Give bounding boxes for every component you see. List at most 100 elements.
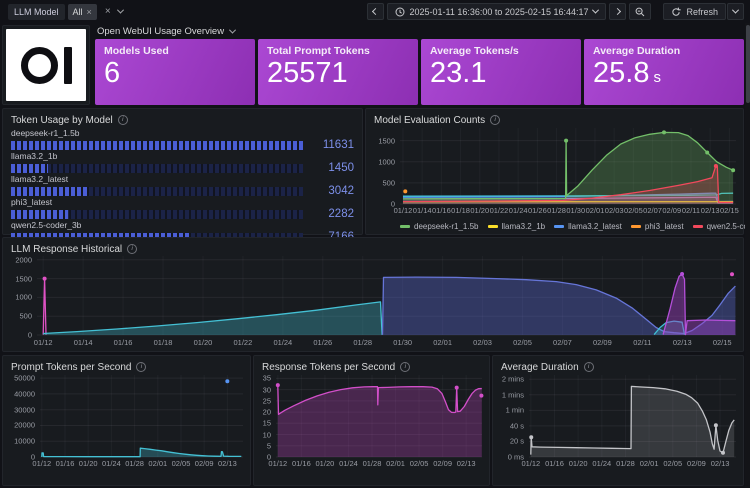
variable-clear-icon[interactable]: × [105, 6, 111, 17]
legend-item[interactable]: deepseek-r1_1.5b [400, 222, 479, 231]
legend: deepseek-r1_1.5b llama3.2_1b llama3.2_late… [400, 222, 739, 231]
x-tick-label: 01/24 [592, 459, 611, 468]
panel-llm-response-historical: LLM Response Historical i 05001000150020… [2, 237, 744, 352]
bar-gauge-row: phi3_latest2282 [11, 197, 354, 220]
x-tick-label: 01/28 [353, 338, 372, 347]
y-tick-label: 500 [382, 178, 395, 187]
info-icon: i [584, 362, 594, 372]
panel-title[interactable]: Average Duration [501, 362, 579, 373]
x-tick-label: 01/16 [292, 459, 311, 468]
x-tick-label: 02/05 [513, 338, 532, 347]
x-tick-label: 01/28 [363, 459, 382, 468]
legend-series-color [488, 225, 498, 228]
x-tick-label: 01/20 [470, 206, 489, 215]
x-tick-label: 02/05 [663, 459, 682, 468]
x-tick-label: 02/13 [218, 459, 237, 468]
time-series-chart [400, 128, 736, 204]
page-scrollbar[interactable] [745, 23, 750, 488]
x-tick-label: 01/24 [509, 206, 528, 215]
panel-title[interactable]: Response Tokens per Second [262, 362, 395, 373]
time-controls: 2025-01-11 16:36:00 to 2025-02-15 16:44:… [367, 3, 745, 20]
stat-title: Models Used [104, 45, 246, 57]
x-tick-label: 01/28 [547, 206, 566, 215]
info-icon: i [118, 115, 128, 125]
x-tick-label: 02/05 [410, 459, 429, 468]
stat-average-tokens-per-s[interactable]: Average Tokens/s 23.1 [421, 39, 581, 105]
plot-area[interactable] [400, 128, 736, 204]
chevron-down-icon[interactable] [117, 7, 124, 14]
logo-i-icon [64, 47, 72, 84]
bar-gauge-value: 11631 [310, 139, 354, 151]
bar-gauge-value: 1450 [310, 162, 354, 174]
plot-area[interactable] [276, 375, 482, 457]
refresh-interval-dropdown[interactable] [727, 3, 744, 20]
x-tick-label: 02/09 [593, 338, 612, 347]
y-tick-label: 20 [263, 408, 271, 417]
stat-value: 6 [104, 57, 120, 90]
x-tick-label: 02/05 [624, 206, 643, 215]
bar-gauge-label: deepseek-r1_1.5b [11, 128, 354, 138]
x-tick-label: 02/09 [662, 206, 681, 215]
time-range-button[interactable]: 2025-01-11 16:36:00 to 2025-02-15 16:44:… [387, 3, 607, 20]
variable-value-chip[interactable]: All × [68, 4, 97, 20]
legend-item[interactable]: qwen2.5-coder_3b [693, 222, 750, 231]
variable-value: All [73, 7, 83, 17]
template-variable: LLM Model All × × [8, 4, 123, 20]
x-tick-label: 02/15 [713, 338, 732, 347]
refresh-button[interactable]: Refresh [663, 3, 726, 20]
x-tick-label: 02/01 [433, 338, 452, 347]
legend-series-color [631, 225, 641, 228]
chevron-down-icon [732, 7, 739, 14]
x-tick-label: 02/05 [172, 459, 191, 468]
x-tick-label: 01/16 [432, 206, 451, 215]
refresh-icon [671, 7, 681, 17]
y-tick-label: 1500 [15, 274, 32, 283]
chevron-right-icon [614, 8, 621, 15]
stat-title: Average Duration [593, 45, 735, 57]
dashboard-submenu: LLM Model All × × 2025-01-11 16:36:00 to… [0, 0, 744, 23]
variable-label: LLM Model [8, 4, 65, 20]
x-tick-label: 01/24 [339, 459, 358, 468]
x-tick-label: 01/24 [273, 338, 292, 347]
y-tick-label: 0 [28, 331, 32, 340]
scrollbar-thumb[interactable] [746, 25, 750, 103]
y-tick-label: 2 mins [502, 375, 524, 384]
time-shift-back-button[interactable] [367, 3, 384, 20]
y-tick-label: 10000 [14, 437, 35, 446]
zoom-out-button[interactable] [629, 3, 651, 20]
y-tick-label: 1500 [378, 136, 395, 145]
chevron-down-icon [592, 7, 599, 14]
refresh-label: Refresh [686, 7, 718, 17]
bar-gauge-list: deepseek-r1_1.5b11631llama3.2_1b1450llam… [11, 128, 354, 228]
stat-value: 23.1 [430, 57, 486, 90]
plot-area[interactable] [37, 256, 736, 335]
bar-gauge-bar [11, 164, 303, 173]
legend-item[interactable]: llama3.2_1b [488, 222, 546, 231]
stat-models-used[interactable]: Models Used 6 [95, 39, 255, 105]
time-shift-forward-button[interactable] [609, 3, 626, 20]
legend-item[interactable]: llama3.2_latest [554, 222, 622, 231]
x-tick-label: 01/22 [234, 338, 253, 347]
x-tick-label: 02/01 [640, 459, 659, 468]
y-tick-label: 25 [263, 396, 271, 405]
bar-gauge-value: 2282 [310, 208, 354, 220]
panel-title[interactable]: LLM Response Historical [11, 244, 122, 255]
bar-gauge-label: llama3.2_1b [11, 151, 354, 161]
x-tick-label: 02/13 [701, 206, 720, 215]
panel-average-duration: Average Duration i 0 ms20 s40 s1 min1 mi… [492, 355, 744, 486]
y-tick-label: 30000 [14, 405, 35, 414]
row-header[interactable]: Open WebUI Usage Overview [97, 26, 235, 37]
plot-area[interactable] [40, 375, 243, 457]
chip-remove-icon[interactable]: × [87, 7, 92, 17]
stat-total-prompt-tokens[interactable]: Total Prompt Tokens 25571 [258, 39, 418, 105]
legend-item[interactable]: phi3_latest [631, 222, 684, 231]
plot-area[interactable] [529, 375, 736, 457]
x-tick-label: 01/12 [268, 459, 287, 468]
bar-gauge-label: phi3_latest [11, 197, 354, 207]
x-tick-label: 01/22 [490, 206, 509, 215]
panel-title[interactable]: Prompt Tokens per Second [11, 362, 131, 373]
stat-average-duration[interactable]: Average Duration 25.8s [584, 39, 744, 105]
panel-title[interactable]: Model Evaluation Counts [374, 115, 485, 126]
legend-series-color [400, 225, 410, 228]
panel-title[interactable]: Token Usage by Model [11, 115, 113, 126]
